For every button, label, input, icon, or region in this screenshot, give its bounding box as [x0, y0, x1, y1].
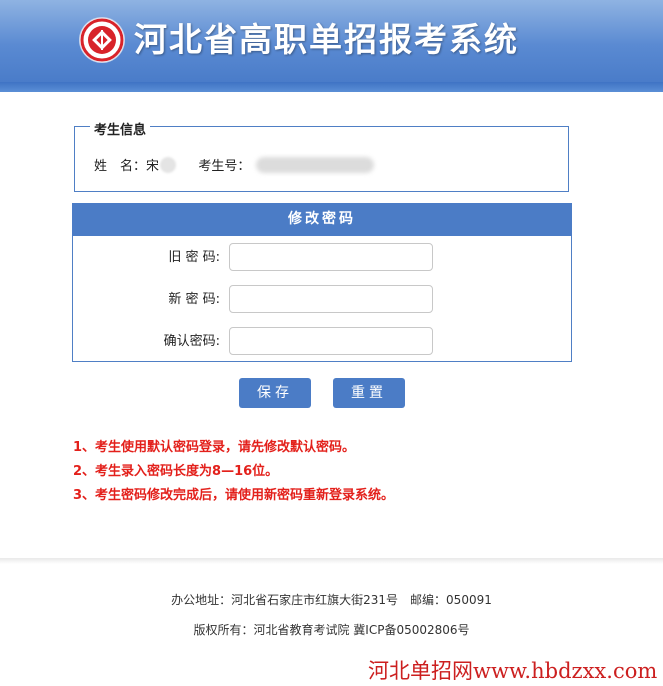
old-password-label: 旧 密 码:: [168, 250, 220, 265]
header-banner: 河北省高职单招报考系统: [0, 0, 663, 82]
save-button[interactable]: 保存: [239, 378, 311, 408]
page-title: 河北省高职单招报考系统: [134, 20, 519, 59]
new-password-input[interactable]: [229, 285, 433, 313]
student-info-row: 姓 名：宋 考生号：: [94, 155, 375, 174]
student-info-legend: 考生信息: [90, 119, 151, 138]
note-item: 1、考生使用默认密码登录，请先修改默认密码。: [73, 440, 356, 455]
exam-number-redaction: [256, 156, 375, 173]
old-password-input[interactable]: [229, 243, 433, 271]
footer-address: 办公地址：河北省石家庄市红旗大街231号 邮编：050091: [171, 593, 492, 607]
footer-copyright: 版权所有：河北省教育考试院 冀ICP备05002806号: [193, 623, 470, 637]
header-bottom-bar: [0, 82, 663, 92]
name-redaction: [160, 156, 177, 173]
confirm-password-input[interactable]: [229, 327, 433, 355]
exam-number-label: 考生号：: [198, 159, 251, 174]
note-item: 2、考生录入密码长度为8—16位。: [73, 464, 279, 479]
name-label: 姓 名：: [94, 159, 147, 174]
note-item: 3、考生密码修改完成后，请使用新密码重新登录系统。: [73, 488, 395, 503]
name-value: 宋: [146, 159, 160, 174]
exam-institute-seal-icon: [80, 18, 124, 62]
change-password-title: 修改密码: [72, 203, 572, 236]
site-watermark: 河北单招网www.hbdzxx.com: [368, 659, 658, 683]
confirm-password-label: 确认密码:: [163, 334, 220, 349]
reset-button[interactable]: 重置: [333, 378, 405, 408]
notes-list: 1、考生使用默认密码登录，请先修改默认密码。 2、考生录入密码长度为8—16位。…: [73, 436, 394, 508]
new-password-label: 新 密 码:: [168, 292, 220, 307]
footer-divider: [0, 558, 663, 564]
